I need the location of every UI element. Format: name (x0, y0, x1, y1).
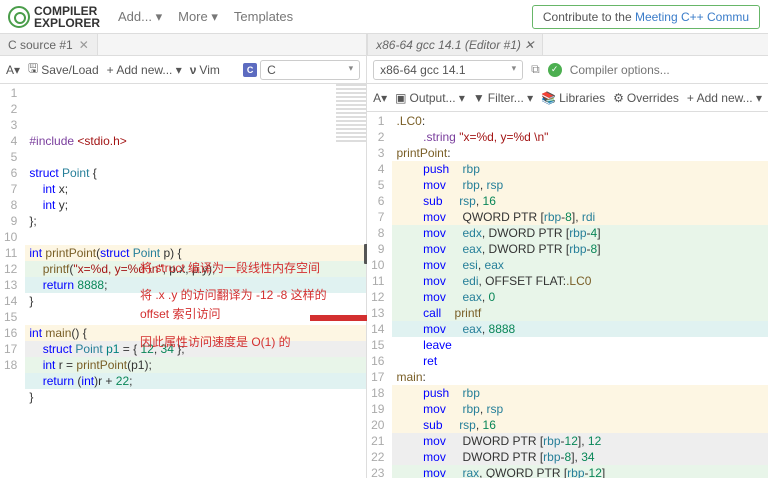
asm-line[interactable]: mov edx, DWORD PTR [rbp-4] (392, 225, 768, 241)
asm-pane: x86-64 gcc 14.1 (Editor #1) ✕ x86-64 gcc… (367, 34, 768, 478)
asm-line[interactable]: mov eax, 8888 (392, 321, 768, 337)
font-size-button[interactable]: A▾ (6, 63, 20, 77)
source-tabs: C source #1 ✕ (0, 34, 366, 56)
source-line[interactable] (25, 405, 366, 421)
minimap[interactable] (336, 84, 366, 144)
add-new-button[interactable]: + Add new... ▾ (107, 63, 182, 77)
asm-line[interactable]: mov QWORD PTR [rbp-8], rdi (392, 209, 768, 225)
menu-more[interactable]: More ▾ (178, 9, 218, 25)
source-gutter: 123456789101112131415161718 (0, 84, 25, 478)
main-split: C source #1 ✕ A▾ 🖫 Save/Load + Add new..… (0, 34, 768, 478)
top-header: COMPILER EXPLORER Add... ▾ More ▾ Templa… (0, 0, 768, 34)
asm-line[interactable]: mov DWORD PTR [rbp-12], 12 (392, 433, 768, 449)
logo-icon (8, 6, 30, 28)
source-line[interactable]: }; (25, 213, 366, 229)
menu-add[interactable]: Add... ▾ (118, 9, 162, 25)
asm-line[interactable]: sub rsp, 16 (392, 417, 768, 433)
status-ok-icon: ✓ (548, 63, 562, 77)
source-line[interactable]: return (int)r + 22; (25, 373, 366, 389)
compiler-bar: x86-64 gcc 14.1 ⧉ ✓ (367, 56, 768, 84)
compiler-selector[interactable]: x86-64 gcc 14.1 (373, 60, 523, 80)
asm-line[interactable]: mov edi, OFFSET FLAT:.LC0 (392, 273, 768, 289)
source-line[interactable]: #include <stdio.h> (25, 133, 366, 149)
asm-line[interactable]: leave (392, 337, 768, 353)
asm-tab-1[interactable]: x86-64 gcc 14.1 (Editor #1) ✕ (368, 34, 543, 55)
asm-editor[interactable]: 1234567891011121314151617181920212223242… (367, 112, 768, 478)
source-line[interactable] (25, 229, 366, 245)
overrides-button[interactable]: ⚙ Overrides (613, 91, 679, 105)
font-size-button[interactable]: A▾ (373, 91, 387, 105)
c-lang-icon: C (243, 63, 257, 77)
logo[interactable]: COMPILER EXPLORER (8, 5, 100, 29)
asm-tabs: x86-64 gcc 14.1 (Editor #1) ✕ (367, 34, 768, 56)
save-load-button[interactable]: 🖫 Save/Load (28, 59, 99, 80)
logo-text: COMPILER EXPLORER (34, 5, 100, 29)
source-line[interactable]: int y; (25, 197, 366, 213)
asm-line[interactable]: push rbp (392, 385, 768, 401)
asm-line[interactable]: printPoint: (392, 145, 768, 161)
asm-line[interactable]: main: (392, 369, 768, 385)
popout-icon[interactable]: ⧉ (531, 62, 540, 77)
vim-toggle[interactable]: ν Vim (190, 63, 220, 77)
menu-templates[interactable]: Templates (234, 9, 293, 25)
source-line[interactable]: struct Point { (25, 165, 366, 181)
asm-gutter: 1234567891011121314151617181920212223242… (367, 112, 392, 478)
asm-line[interactable]: ret (392, 353, 768, 369)
asm-line[interactable]: mov rax, QWORD PTR [rbp-12] (392, 465, 768, 478)
source-line[interactable]: } (25, 389, 366, 405)
contribute-link[interactable]: Meeting C++ Commu (635, 10, 749, 24)
asm-toolbar: A▾ ▣ Output... ▾ ▼ Filter... ▾ 📚 Librari… (367, 84, 768, 112)
asm-line[interactable]: mov rbp, rsp (392, 401, 768, 417)
source-line[interactable] (25, 149, 366, 165)
output-button[interactable]: ▣ Output... ▾ (395, 91, 465, 105)
language-selector[interactable]: C C (243, 60, 360, 80)
asm-code[interactable]: .LC0: .string "x=%d, y=%d \n"printPoint:… (392, 112, 768, 478)
asm-line[interactable]: mov rbp, rsp (392, 177, 768, 193)
annotation-1: 将 struct 编译为一段线性内存空间 (140, 259, 340, 278)
asm-line[interactable]: call printf (392, 305, 768, 321)
asm-line[interactable]: mov eax, DWORD PTR [rbp-8] (392, 241, 768, 257)
source-pane: C source #1 ✕ A▾ 🖫 Save/Load + Add new..… (0, 34, 367, 478)
asm-line[interactable]: push rbp (392, 161, 768, 177)
asm-line[interactable]: .LC0: (392, 113, 768, 129)
source-line[interactable]: int x; (25, 181, 366, 197)
filter-button[interactable]: ▼ Filter... ▾ (473, 91, 533, 105)
compiler-options-input[interactable] (570, 63, 762, 77)
asm-line[interactable]: sub rsp, 16 (392, 193, 768, 209)
asm-line[interactable]: mov eax, 0 (392, 289, 768, 305)
source-tab-1[interactable]: C source #1 ✕ (0, 34, 98, 55)
source-toolbar: A▾ 🖫 Save/Load + Add new... ▾ ν Vim C C (0, 56, 366, 84)
asm-line[interactable]: .string "x=%d, y=%d \n" (392, 129, 768, 145)
top-menu: Add... ▾ More ▾ Templates (118, 9, 293, 25)
libraries-button[interactable]: 📚 Libraries (541, 91, 605, 105)
annotation-3: 因此属性访问速度是 O(1) 的 (140, 333, 340, 352)
asm-line[interactable]: mov DWORD PTR [rbp-8], 34 (392, 449, 768, 465)
close-icon[interactable]: ✕ (79, 38, 89, 52)
contribute-banner[interactable]: Contribute to the Meeting C++ Commu (532, 5, 760, 29)
add-new-button[interactable]: + Add new... ▾ (687, 91, 762, 105)
asm-line[interactable]: mov esi, eax (392, 257, 768, 273)
